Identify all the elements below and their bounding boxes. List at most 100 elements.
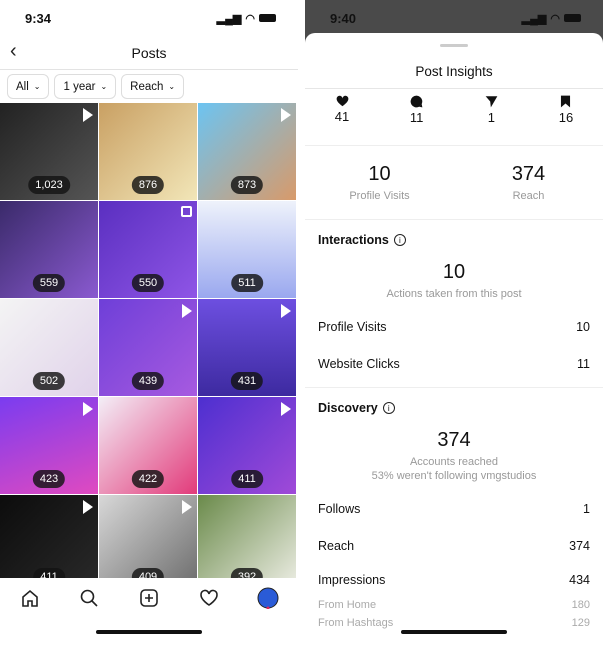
add-post-icon[interactable] (137, 586, 161, 610)
saves-count: 16 (558, 110, 574, 125)
reach-count-badge: 423 (32, 470, 66, 488)
row-value: 434 (569, 573, 590, 587)
heart-icon (336, 95, 348, 107)
reach-count-badge: 422 (131, 470, 165, 488)
comments-count: 11 (409, 110, 424, 125)
status-bar: 9:34 ▂▄▆ ◠ (0, 0, 298, 36)
video-icon (182, 500, 192, 514)
filter-bar: All ⌄ 1 year ⌄ Reach ⌄ (0, 70, 298, 103)
battery-icon (259, 14, 276, 22)
drag-handle[interactable] (440, 44, 468, 47)
reach-count-badge: 511 (231, 274, 263, 292)
insights-sheet: Post Insights 41 11 1 16 10 Profile Visit… (305, 33, 603, 649)
info-icon[interactable]: i (393, 234, 406, 246)
status-bar: 9:40 ▂▄▆ ◠ (305, 0, 603, 36)
shares-count: 1 (487, 110, 495, 125)
video-icon (83, 108, 93, 122)
row-label: Follows (318, 501, 361, 516)
status-icons: ▂▄▆ ◠ (217, 12, 276, 25)
post-thumbnail[interactable]: 439 (99, 299, 197, 396)
post-thumbnail[interactable]: 502 (0, 299, 98, 396)
engagement-row: 41 11 1 16 (305, 89, 603, 146)
home-icon[interactable] (18, 586, 42, 610)
share-icon (485, 96, 498, 108)
heading-text: Interactions (318, 233, 389, 247)
info-icon[interactable]: i (382, 402, 395, 414)
post-thumbnail[interactable]: 559 (0, 201, 98, 298)
profile-icon[interactable] (256, 586, 280, 610)
post-thumbnail[interactable]: 873 (198, 103, 296, 200)
wifi-icon: ◠ (550, 12, 560, 25)
posts-grid: 1,023 876 873 559 550 511 502 439 431 423 422 411 41… (0, 103, 298, 592)
filter-period[interactable]: 1 year ⌄ (54, 74, 117, 99)
carousel-icon (181, 206, 192, 217)
stat-value: 10 (442, 261, 466, 283)
post-thumbnail[interactable]: 1,023 (0, 103, 98, 200)
post-thumbnail[interactable]: 431 (198, 299, 296, 396)
reach-count-badge: 559 (32, 274, 66, 292)
section-heading: Discovery i (318, 401, 590, 415)
back-button[interactable]: ‹ (10, 40, 17, 63)
signal-icon: ▂▄▆ (521, 12, 547, 25)
reach-count-badge: 873 (230, 176, 264, 194)
tab-bar (0, 578, 298, 649)
stat-caption: Accounts reached (409, 456, 499, 468)
bookmark-icon (561, 95, 571, 108)
home-indicator (401, 630, 507, 634)
comments-stat: 11 (405, 95, 429, 145)
stat-value: 374 (511, 163, 546, 185)
reach-count-badge: 502 (32, 372, 66, 390)
post-thumbnail[interactable]: 422 (99, 397, 197, 494)
video-icon (281, 402, 291, 416)
reach-count-badge: 411 (231, 470, 263, 488)
row-value: 180 (571, 599, 590, 611)
row-value: 374 (569, 538, 590, 553)
summary-row: 10 Profile Visits 374 Reach (305, 146, 603, 220)
filter-type[interactable]: All ⌄ (7, 74, 50, 99)
wifi-icon: ◠ (245, 12, 255, 25)
summary-reach: 374 Reach (454, 163, 603, 202)
video-icon (281, 108, 291, 122)
post-thumbnail[interactable]: 876 (99, 103, 197, 200)
filter-label: All (16, 80, 29, 93)
likes-count: 41 (334, 109, 350, 124)
status-icons: ▂▄▆ ◠ (522, 12, 581, 25)
list-subitem: From Home 180 (318, 596, 590, 614)
post-thumbnail[interactable]: 423 (0, 397, 98, 494)
post-thumbnail[interactable]: 411 (198, 397, 296, 494)
filter-metric[interactable]: Reach ⌄ (121, 74, 185, 99)
row-value: 11 (577, 356, 590, 371)
list-item: Impressions 434 (318, 564, 590, 596)
page-title: Posts (131, 44, 167, 61)
video-icon (182, 304, 192, 318)
signal-icon: ▂▄▆ (216, 12, 242, 25)
reach-count-badge: 1,023 (28, 176, 70, 194)
video-icon (83, 402, 93, 416)
video-icon (281, 304, 291, 318)
comment-icon (410, 95, 423, 108)
chevron-down-icon: ⌄ (33, 82, 41, 91)
discovery-section: Discovery i 374 Accounts reached 53% weren'… (305, 401, 603, 632)
heading-text: Discovery (318, 401, 378, 415)
reach-count-badge: 876 (131, 176, 165, 194)
row-value: 129 (571, 617, 590, 629)
saves-stat: 16 (554, 95, 578, 145)
list-item: Follows 1 (318, 490, 590, 527)
stat-caption: Actions taken from this post (386, 288, 522, 300)
stat-value: 10 (368, 163, 391, 185)
list-item: Reach 374 (318, 527, 590, 564)
filter-label: Reach (130, 80, 164, 93)
heart-icon[interactable] (197, 586, 221, 610)
stat-label: Profile Visits (349, 190, 410, 202)
summary-profile-visits: 10 Profile Visits (305, 163, 454, 202)
search-icon[interactable] (77, 586, 101, 610)
battery-icon (564, 14, 581, 22)
post-thumbnail[interactable]: 550 (99, 201, 197, 298)
section-heading: Interactions i (318, 233, 590, 247)
post-thumbnail[interactable]: 511 (198, 201, 296, 298)
shares-stat: 1 (479, 95, 503, 145)
video-icon (83, 500, 93, 514)
status-time: 9:34 (25, 10, 52, 26)
interactions-total: 10 Actions taken from this post (318, 261, 590, 300)
row-label: Website Clicks (318, 356, 400, 371)
